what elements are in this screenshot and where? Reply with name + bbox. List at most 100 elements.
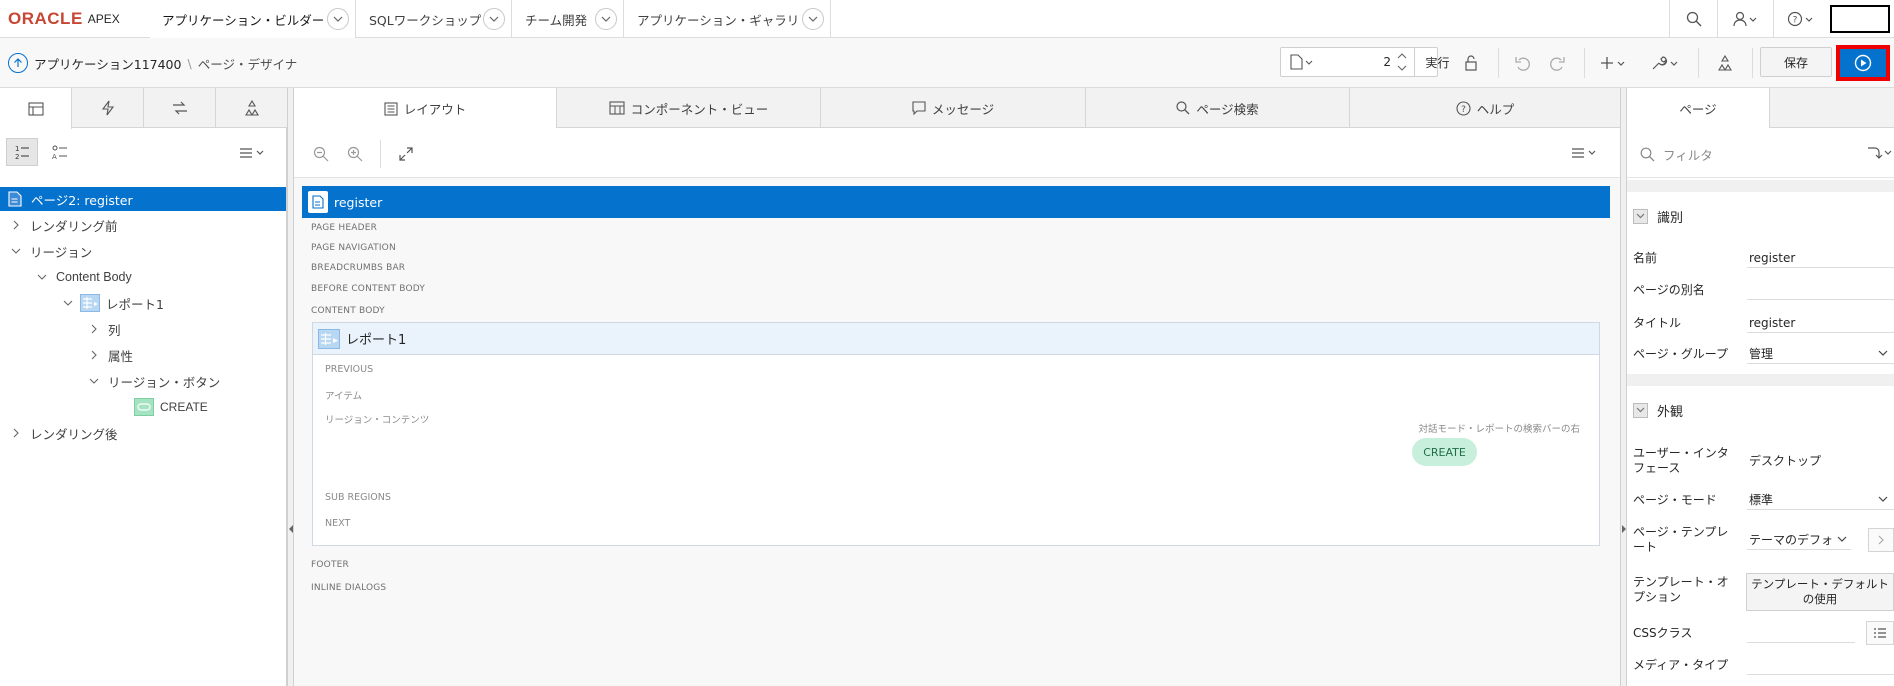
tab-team-development[interactable]: チーム開発 (513, 0, 624, 38)
tree-node-create-button[interactable]: CREATE (0, 395, 208, 419)
slot-page-navigation[interactable]: PAGE NAVIGATION (311, 243, 396, 253)
slot-breadcrumbs-bar[interactable]: BREADCRUMBS BAR (311, 263, 405, 273)
page-number-stepper[interactable] (1397, 51, 1411, 73)
prop-title-field[interactable]: register (1747, 313, 1894, 333)
chevron-down-icon[interactable] (10, 245, 22, 257)
tree-node-report[interactable]: レポート1 (0, 291, 164, 315)
chevron-down-icon[interactable] (483, 8, 505, 30)
region-slot-items[interactable]: アイテム (325, 388, 362, 402)
region-slot-contents[interactable]: リージョン・コンテンツ (325, 412, 429, 426)
oracle-apex-logo[interactable]: ORACLE APEX (8, 0, 120, 38)
tree-node-page[interactable]: ページ2: register (0, 187, 286, 211)
property-filter-input[interactable]: フィルタ (1663, 145, 1713, 164)
expand-icon[interactable] (395, 143, 417, 165)
region-slot-sub-regions[interactable]: SUB REGIONS (325, 492, 391, 503)
group-appearance[interactable]: 外観 (1633, 398, 1683, 422)
group-by-processing-order-icon[interactable]: A (46, 138, 74, 166)
tab-page-search[interactable]: ページ検索 (1086, 88, 1350, 128)
collapse-icon[interactable] (1633, 208, 1648, 224)
slot-page-header[interactable]: PAGE HEADER (311, 223, 377, 233)
prop-alias-field[interactable] (1747, 280, 1894, 300)
save-button[interactable]: 保存 (1760, 47, 1832, 77)
tab-layout[interactable]: レイアウト (294, 88, 557, 129)
chevron-down-icon[interactable] (802, 8, 824, 30)
chevron-down-icon[interactable] (327, 8, 349, 30)
redo-icon[interactable] (1542, 48, 1572, 78)
tab-dynamic-actions[interactable] (72, 88, 144, 128)
tree-node-content-body[interactable]: Content Body (0, 265, 132, 289)
prop-group-select[interactable]: 管理 (1747, 344, 1894, 364)
utilities-wrench-icon[interactable] (1646, 48, 1686, 78)
chevron-down-icon[interactable] (62, 297, 74, 309)
prop-group-label: ページ・グループ (1633, 347, 1729, 361)
prop-mode-select[interactable]: 標準 (1747, 490, 1894, 510)
left-splitter[interactable] (287, 88, 294, 686)
chevron-right-icon[interactable] (10, 427, 22, 439)
tab-sql-workshop[interactable]: SQLワークショップ (357, 0, 512, 38)
tree-node-after-rendering[interactable]: レンダリング後 (0, 421, 118, 445)
zoom-in-icon[interactable] (344, 143, 366, 165)
template-options-button[interactable]: テンプレート・デフォルトの使用 (1746, 573, 1894, 611)
prop-css-field[interactable] (1747, 623, 1855, 643)
slot-content-body[interactable]: CONTENT BODY (311, 306, 385, 316)
lightning-icon (101, 100, 115, 116)
slot-inline-dialogs[interactable]: INLINE DIALOGS (311, 583, 386, 593)
page-icon[interactable] (1289, 54, 1315, 70)
prop-media-field[interactable] (1747, 655, 1894, 675)
region-slot-previous[interactable]: PREVIOUS (325, 364, 373, 375)
list-picker-icon[interactable] (1866, 621, 1894, 645)
go-to-group-icon[interactable] (1866, 144, 1892, 162)
zoom-out-icon[interactable] (310, 143, 332, 165)
slot-footer[interactable]: FOOTER (311, 560, 349, 570)
chevron-down-icon[interactable] (36, 271, 48, 283)
tree-node-columns[interactable]: 列 (0, 317, 121, 341)
admin-user-icon[interactable] (1717, 0, 1773, 38)
layout-region-header[interactable]: レポート1 (313, 323, 1599, 355)
prop-template-select[interactable]: テーマのデフォ (1747, 530, 1851, 550)
chevron-right-icon[interactable] (88, 349, 100, 361)
lock-icon[interactable] (1456, 48, 1486, 78)
undo-icon[interactable] (1508, 48, 1538, 78)
layout-page-header[interactable]: register (302, 186, 1610, 218)
tab-page-properties[interactable]: ページ (1627, 88, 1770, 129)
chevron-right-icon[interactable] (88, 323, 100, 335)
tab-processing[interactable] (144, 88, 216, 128)
tab-app-gallery[interactable]: アプリケーション・ギャラリ (625, 0, 831, 38)
tab-messages[interactable]: メッセージ (821, 88, 1086, 128)
tree-node-attributes[interactable]: 属性 (0, 343, 133, 367)
tree-menu-icon[interactable] (236, 142, 270, 164)
slot-before-content-body[interactable]: BEFORE CONTENT BODY (311, 284, 425, 294)
tab-help[interactable]: ? ヘルプ (1350, 88, 1620, 128)
button-position-label[interactable]: 対話モード・レポートの検索バーの右 (1352, 421, 1580, 435)
collapse-icon[interactable] (1633, 402, 1648, 418)
tab-shared-components[interactable] (216, 88, 287, 128)
chevron-down-icon[interactable] (595, 8, 617, 30)
breadcrumb-app-link[interactable]: アプリケーション117400 (34, 54, 181, 73)
tab-app-builder[interactable]: アプリケーション・ビルダー (150, 0, 356, 38)
tab-help-label: ヘルプ (1476, 101, 1515, 117)
right-splitter[interactable] (1620, 88, 1627, 686)
create-button[interactable]: CREATE (1412, 438, 1477, 466)
layout-menu-icon[interactable] (1568, 142, 1602, 164)
prop-name-field[interactable]: register (1747, 248, 1894, 268)
chevron-down-icon[interactable] (88, 375, 100, 387)
group-by-component-type-icon[interactable]: 12 (6, 138, 38, 166)
region-slot-next[interactable]: NEXT (325, 518, 350, 529)
run-page-button[interactable] (1836, 45, 1890, 81)
tree-node-before-rendering[interactable]: レンダリング前 (0, 213, 118, 237)
tree-node-regions[interactable]: リージョン (0, 239, 92, 263)
chevron-right-icon[interactable] (1868, 528, 1894, 552)
tab-rendering[interactable] (0, 88, 72, 129)
tab-component-view[interactable]: コンポーネント・ビュー (557, 88, 821, 128)
up-arrow-icon[interactable] (8, 53, 28, 73)
group-identification[interactable]: 識別 (1633, 204, 1683, 228)
shared-components-icon[interactable] (1710, 48, 1740, 78)
go-button[interactable]: 実行 (1414, 47, 1460, 77)
page-number-field[interactable]: 2 (1349, 55, 1391, 69)
tree-node-region-buttons[interactable]: リージョン・ボタン (0, 369, 220, 393)
chevron-right-icon[interactable] (10, 219, 22, 231)
search-icon[interactable] (1669, 0, 1717, 38)
help-icon[interactable]: ? (1773, 0, 1827, 38)
create-menu-icon[interactable] (1594, 48, 1634, 78)
user-menu[interactable] (1830, 5, 1890, 33)
